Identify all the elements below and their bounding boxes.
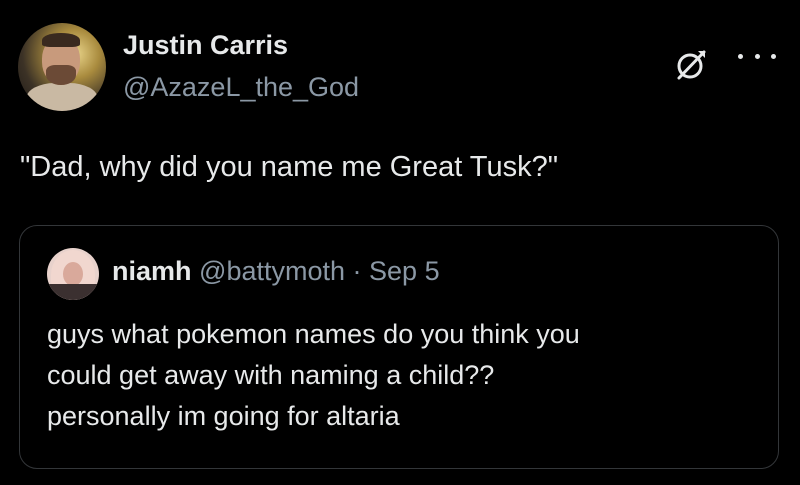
author-handle[interactable]: @AzazeL_the_God xyxy=(123,72,359,103)
avatar-hair xyxy=(42,33,80,47)
quoted-header: niamh @battymoth · Sep 5 xyxy=(112,256,440,287)
quoted-date[interactable]: Sep 5 xyxy=(369,256,440,286)
author-display-name[interactable]: Justin Carris xyxy=(123,30,288,61)
avatar-beard xyxy=(46,65,76,85)
avatar-shirt xyxy=(26,83,98,111)
quoted-text-line: could get away with naming a child?? xyxy=(47,360,495,390)
avatar-face xyxy=(63,262,83,286)
quoted-tweet[interactable]: niamh @battymoth · Sep 5 guys what pokem… xyxy=(19,225,779,469)
more-horizontal-icon[interactable] xyxy=(738,49,776,63)
more-dot xyxy=(771,53,776,59)
grok-icon-svg xyxy=(677,50,706,80)
quoted-author-avatar[interactable] xyxy=(47,248,99,300)
quoted-text-line: personally im going for altaria xyxy=(47,401,400,431)
tweet: Justin Carris @AzazeL_the_God "Dad, why … xyxy=(0,0,800,485)
quoted-text: guys what pokemon names do you think you… xyxy=(47,314,580,437)
author-avatar[interactable] xyxy=(18,23,106,111)
more-dot xyxy=(754,53,760,59)
quoted-separator: · xyxy=(352,256,362,286)
grok-icon[interactable] xyxy=(674,48,708,82)
quoted-text-line: guys what pokemon names do you think you xyxy=(47,319,580,349)
quoted-handle[interactable]: @battymoth xyxy=(199,256,345,286)
tweet-text: "Dad, why did you name me Great Tusk?" xyxy=(20,151,559,183)
more-dot xyxy=(738,53,743,59)
avatar-shoulders xyxy=(47,284,99,300)
quoted-display-name[interactable]: niamh xyxy=(112,256,192,286)
